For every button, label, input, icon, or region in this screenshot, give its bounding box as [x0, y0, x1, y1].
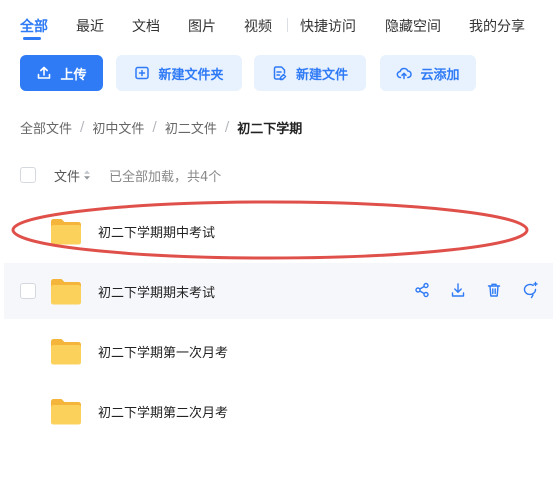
breadcrumb-separator: / — [152, 120, 157, 135]
file-row[interactable]: 初二下学期第一次月考 — [0, 323, 553, 379]
new-file-icon — [272, 65, 288, 81]
file-name[interactable]: 初二下学期第二次月考 — [98, 402, 228, 421]
new-file-label: 新建文件 — [295, 67, 348, 83]
more-icon[interactable] — [521, 281, 539, 299]
file-name[interactable]: 初二下学期期末考试 — [98, 282, 215, 301]
tab-divider — [287, 18, 288, 32]
new-folder-button[interactable]: 新建文件夹 — [116, 55, 242, 91]
column-name-label: 文件 — [54, 169, 81, 185]
new-folder-label: 新建文件夹 — [158, 67, 224, 83]
file-row[interactable]: 初二下学期第二次月考 — [0, 383, 553, 439]
file-row[interactable]: 初二下学期期中考试 — [0, 203, 553, 259]
cloud-add-label: 云添加 — [420, 67, 460, 83]
select-all-checkbox[interactable] — [20, 167, 36, 183]
upload-icon — [36, 65, 52, 81]
category-tabs: 全部 最近 文档 图片 视频 快捷访问 隐藏空间 我的分享 — [0, 0, 553, 48]
sort-icon — [83, 170, 91, 180]
cloud-add-button[interactable]: 云添加 — [380, 55, 476, 91]
breadcrumb-current: 初二下学期 — [237, 122, 303, 137]
active-tab-indicator — [23, 37, 41, 40]
cloud-upload-icon — [396, 65, 413, 81]
breadcrumb-item-grade-8[interactable]: 初二文件 — [165, 118, 217, 137]
folder-icon — [51, 399, 81, 425]
row-actions — [413, 281, 553, 301]
folder-icon — [51, 339, 81, 365]
share-icon[interactable] — [413, 281, 431, 299]
file-name[interactable]: 初二下学期第一次月考 — [98, 342, 228, 361]
breadcrumb-item-all-files[interactable]: 全部文件 — [20, 118, 72, 137]
delete-icon[interactable] — [485, 281, 503, 299]
upload-button[interactable]: 上传 — [20, 55, 103, 91]
breadcrumb: 全部文件 / 初中文件 / 初二文件 / 初二下学期 — [20, 118, 302, 137]
breadcrumb-item-junior-high[interactable]: 初中文件 — [92, 118, 144, 137]
breadcrumb-separator: / — [224, 120, 230, 135]
tab-all[interactable]: 全部 — [20, 16, 48, 36]
new-folder-icon — [134, 65, 150, 81]
folder-icon — [51, 219, 81, 245]
row-checkbox[interactable] — [20, 283, 36, 299]
tab-images[interactable]: 图片 — [188, 16, 216, 36]
new-file-button[interactable]: 新建文件 — [254, 55, 366, 91]
file-name[interactable]: 初二下学期期中考试 — [98, 222, 215, 241]
file-row[interactable]: 初二下学期期末考试 — [4, 263, 553, 319]
file-list-header: 文件 已全部加载，共4个 — [20, 165, 221, 185]
tab-recent[interactable]: 最近 — [76, 16, 104, 36]
tab-videos[interactable]: 视频 — [244, 16, 272, 36]
tab-quick-access[interactable]: 快捷访问 — [300, 16, 356, 36]
breadcrumb-separator: / — [80, 120, 85, 135]
upload-label: 上传 — [60, 67, 87, 83]
folder-icon — [51, 279, 81, 305]
load-status: 已全部加载，共4个 — [109, 169, 222, 185]
tab-documents[interactable]: 文档 — [132, 16, 160, 36]
sort-by-name-button[interactable]: 文件 — [54, 166, 91, 185]
download-icon[interactable] — [449, 281, 467, 299]
tab-my-shares[interactable]: 我的分享 — [469, 16, 525, 36]
tab-hidden-space[interactable]: 隐藏空间 — [385, 16, 441, 36]
